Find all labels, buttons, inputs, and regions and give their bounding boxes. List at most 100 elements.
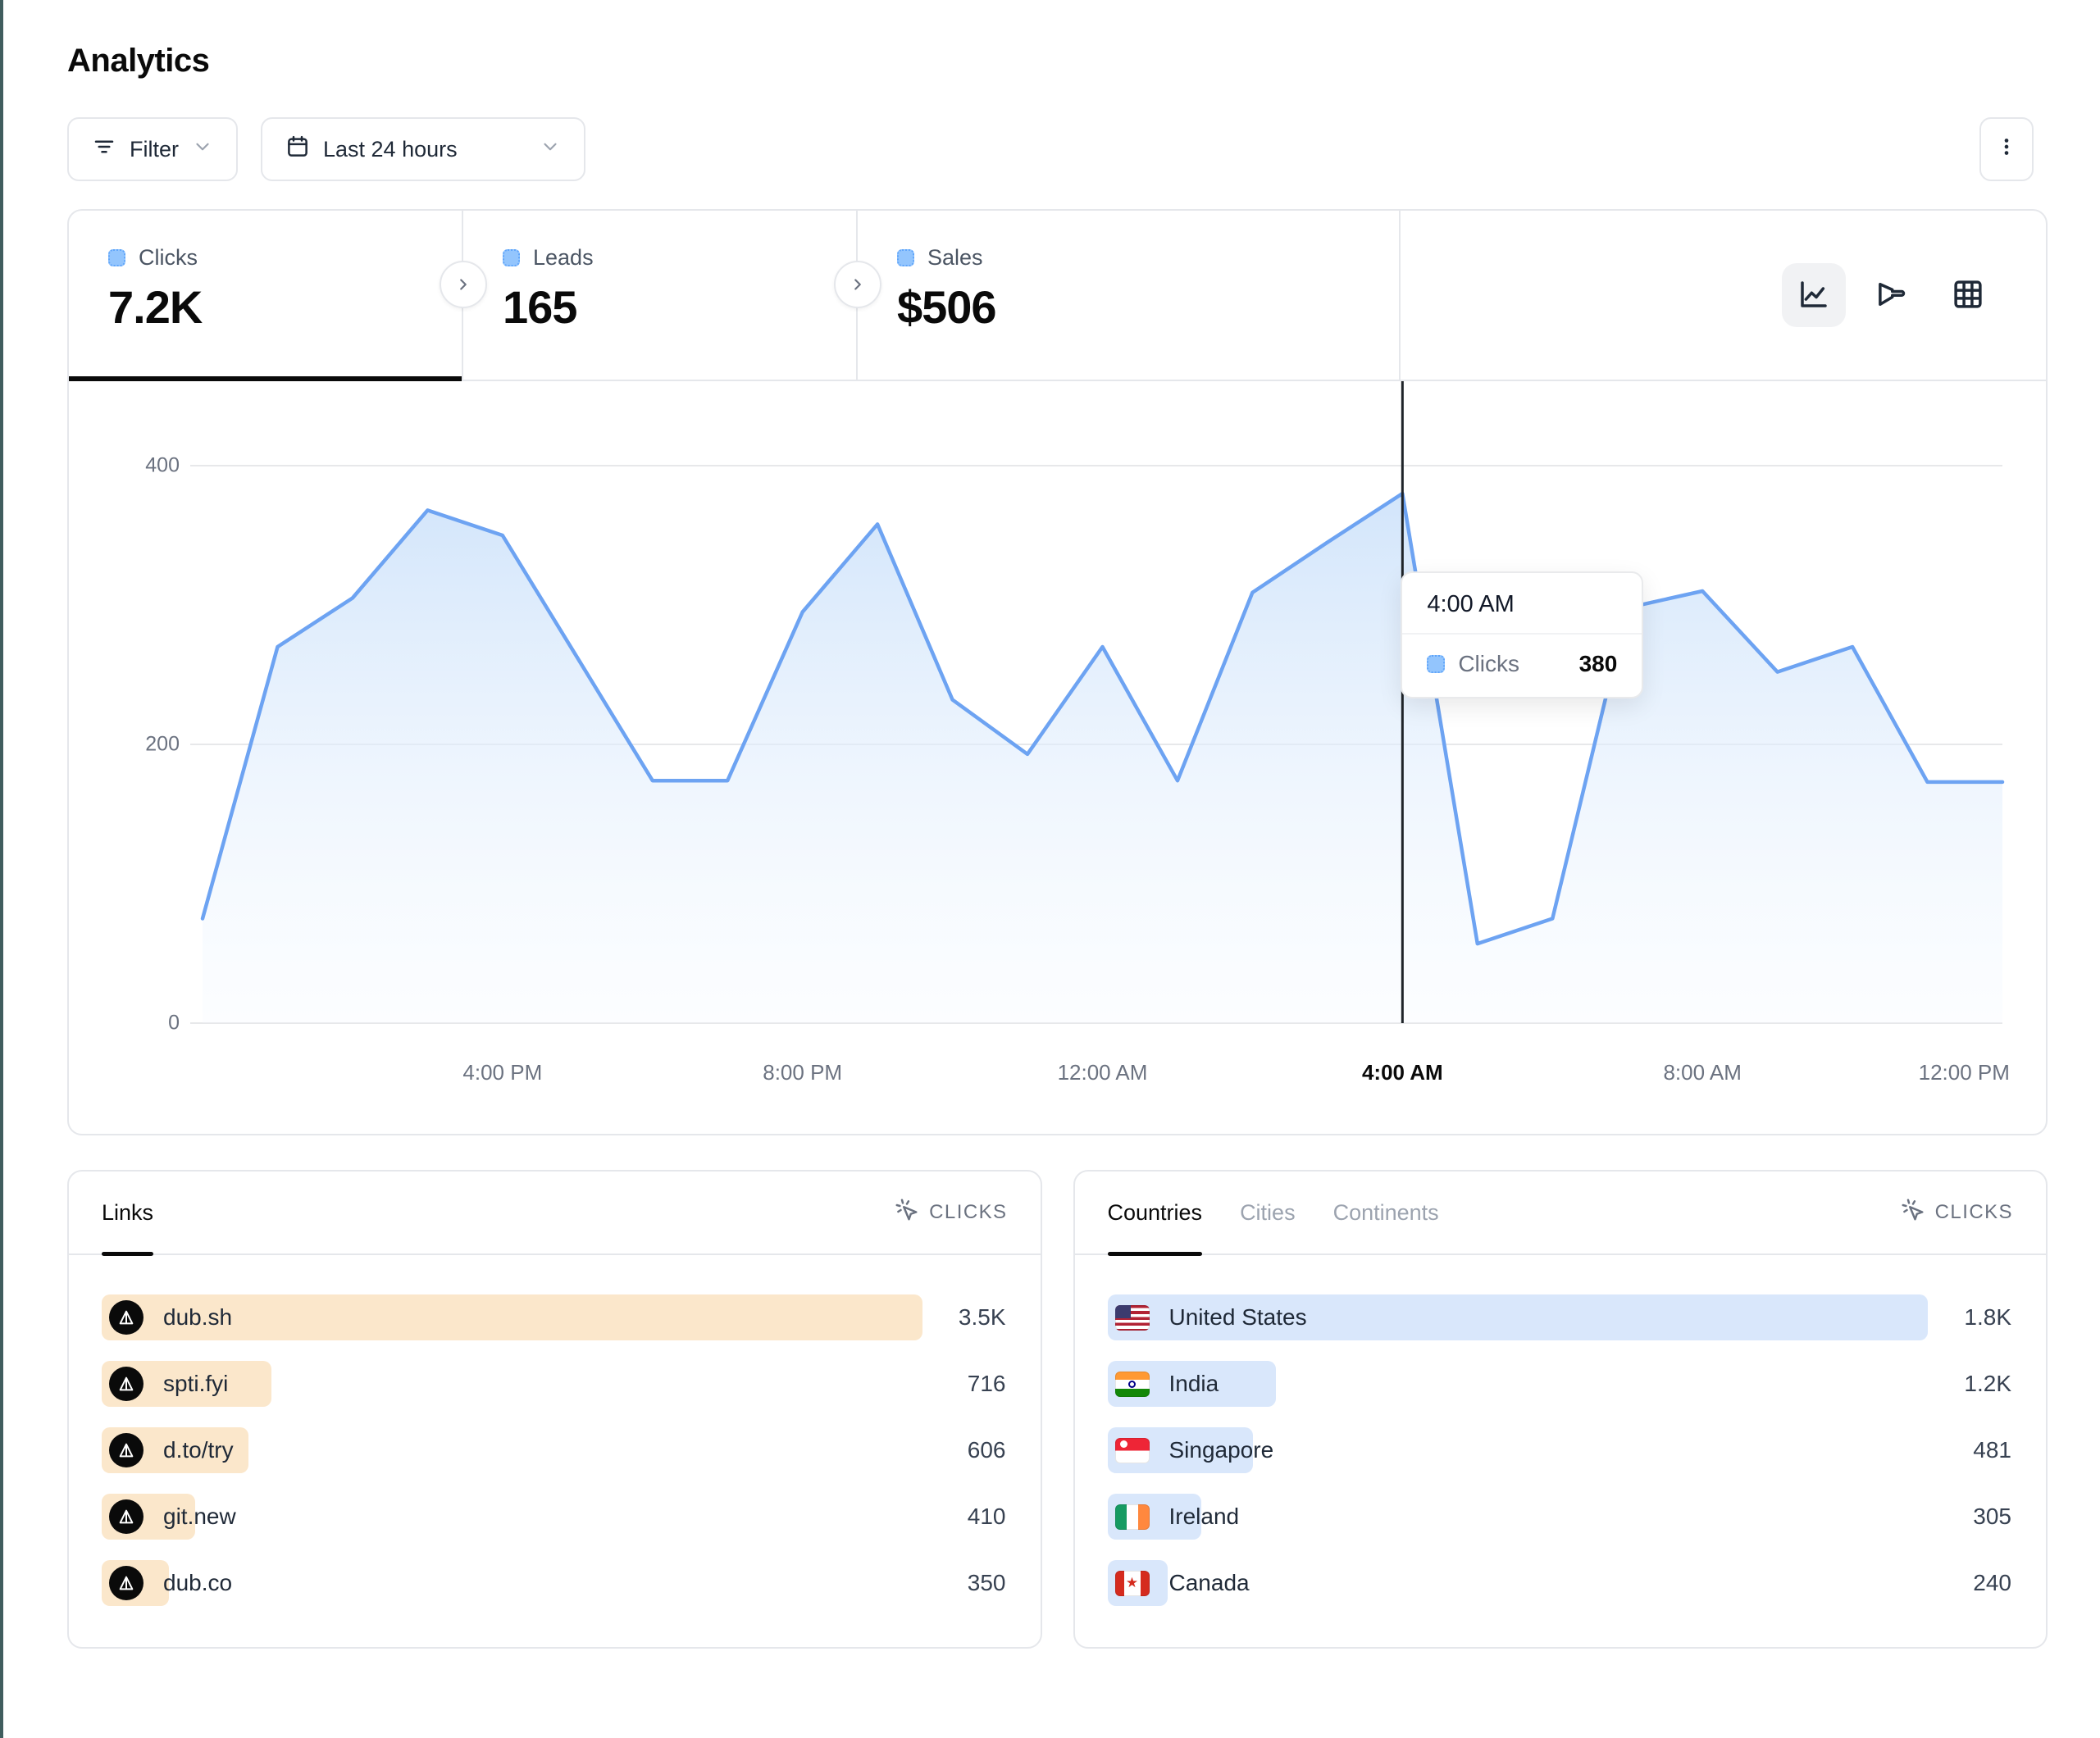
chart-tooltip: 4:00 AM Clicks 380	[1401, 571, 1643, 698]
x-axis-tick: 8:00 PM	[763, 1060, 842, 1085]
date-range-label: Last 24 hours	[323, 137, 458, 162]
tab-clicks-label: Clicks	[139, 245, 198, 271]
clicks-time-series-chart[interactable]: 0200400 4:00 PM8:00 PM12:00 AM4:00 AM8:0…	[69, 381, 2046, 1134]
filter-button-label: Filter	[130, 137, 179, 162]
row-label: Canada	[1169, 1570, 1250, 1596]
y-axis-tick: 400	[106, 454, 180, 478]
countries-panel: Countries Cities Continents CLICKS Unite…	[1073, 1170, 2048, 1649]
row-label: Ireland	[1169, 1504, 1240, 1530]
list-item[interactable]: d.to/try 606	[102, 1427, 1008, 1473]
tab-links-label: Links	[102, 1200, 153, 1226]
countries-metric-selector[interactable]: CLICKS	[1901, 1198, 2013, 1228]
list-item[interactable]: ★ Canada 240	[1108, 1560, 2014, 1606]
more-options-button[interactable]	[1979, 117, 2034, 181]
clicks-legend-square	[108, 249, 125, 266]
row-value: 481	[1973, 1437, 2013, 1463]
tab-sales-value: $506	[897, 280, 1399, 334]
list-item[interactable]: United States1.8K	[1108, 1294, 2014, 1340]
tooltip-legend-square	[1427, 655, 1445, 673]
chart-type-switcher	[1782, 211, 2046, 380]
chevron-down-icon	[192, 136, 213, 163]
chart-area-fill	[203, 494, 2002, 1023]
in-flag-icon	[1115, 1372, 1150, 1397]
links-metric-selector[interactable]: CLICKS	[895, 1198, 1007, 1228]
row-label: git.new	[163, 1504, 236, 1530]
ie-flag-icon	[1115, 1504, 1150, 1530]
filter-icon	[92, 134, 116, 165]
tab-cities[interactable]: Cities	[1240, 1171, 1296, 1254]
row-label: dub.sh	[163, 1304, 232, 1331]
x-axis-tick: 8:00 AM	[1663, 1060, 1741, 1085]
dub-logo-icon	[109, 1499, 143, 1534]
list-item[interactable]: dub.co 350	[102, 1560, 1008, 1606]
date-range-button[interactable]: Last 24 hours	[261, 117, 585, 181]
links-list: dub.sh 3.5K spti.fyi 716 d.to/try 606 git.new 4…	[69, 1255, 1041, 1606]
list-item[interactable]: dub.sh 3.5K	[102, 1294, 1008, 1340]
row-label: dub.co	[163, 1570, 232, 1596]
row-value: 350	[968, 1570, 1008, 1596]
row-value: 716	[968, 1371, 1008, 1397]
breakdown-panels: Links CLICKS dub.sh 3.5K spti.fyi 716 d.to/t…	[67, 1170, 2048, 1649]
row-label: d.to/try	[163, 1437, 234, 1463]
line-chart-view-button[interactable]	[1782, 263, 1846, 327]
filter-button[interactable]: Filter	[67, 117, 238, 181]
x-axis-tick: 4:00 AM	[1362, 1060, 1443, 1085]
row-value: 410	[968, 1504, 1008, 1530]
row-value: 240	[1973, 1570, 2013, 1596]
analytics-chart-card: Clicks 7.2K Leads 165 Sales $506	[67, 209, 2048, 1135]
tab-countries[interactable]: Countries	[1108, 1171, 1203, 1254]
links-metric-label: CLICKS	[929, 1201, 1007, 1224]
list-item[interactable]: Singapore 481	[1108, 1427, 2014, 1473]
tooltip-series-label: Clicks	[1458, 651, 1519, 677]
tab-leads-label: Leads	[533, 245, 594, 271]
sales-legend-square	[897, 249, 914, 266]
countries-panel-header: Countries Cities Continents CLICKS	[1075, 1172, 2047, 1255]
expand-leads-sales-button[interactable]	[834, 261, 881, 308]
tab-continents[interactable]: Continents	[1333, 1171, 1439, 1254]
row-value: 305	[1973, 1504, 2013, 1530]
funnel-view-button[interactable]	[1859, 263, 1923, 327]
toolbar: Filter Last 24 hours	[67, 117, 2048, 181]
tooltip-time: 4:00 AM	[1402, 573, 1642, 635]
tooltip-value: 380	[1579, 651, 1618, 677]
row-value: 1.2K	[1964, 1371, 2013, 1397]
row-value: 3.5K	[959, 1304, 1008, 1331]
countries-metric-label: CLICKS	[1935, 1201, 2013, 1224]
list-item[interactable]: Ireland 305	[1108, 1494, 2014, 1540]
calendar-icon	[285, 134, 310, 165]
y-axis-tick: 0	[106, 1012, 180, 1035]
tab-links[interactable]: Links	[102, 1171, 153, 1254]
ca-flag-icon: ★	[1115, 1571, 1150, 1596]
tab-leads-value: 165	[503, 280, 856, 334]
row-label: India	[1169, 1371, 1219, 1397]
row-value: 606	[968, 1437, 1008, 1463]
funnel-chart-icon	[1874, 277, 1908, 314]
row-label: United States	[1169, 1304, 1307, 1331]
countries-list: United States1.8K India 1.2K Singapore 481 Ir…	[1075, 1255, 2047, 1606]
tab-sales-label: Sales	[927, 245, 983, 271]
window-edge-strip	[0, 0, 3, 1738]
table-grid-icon	[1951, 277, 1985, 314]
row-label: Singapore	[1169, 1437, 1274, 1463]
dub-logo-icon	[109, 1367, 143, 1401]
dub-logo-icon	[109, 1433, 143, 1467]
sg-flag-icon	[1115, 1438, 1150, 1463]
tab-leads[interactable]: Leads 165	[463, 211, 858, 380]
dub-logo-icon	[109, 1300, 143, 1335]
table-view-button[interactable]	[1936, 263, 2000, 327]
links-panel-header: Links CLICKS	[69, 1172, 1041, 1255]
tab-clicks[interactable]: Clicks 7.2K	[69, 211, 463, 380]
row-label: spti.fyi	[163, 1371, 228, 1397]
list-item[interactable]: spti.fyi 716	[102, 1361, 1008, 1407]
cursor-click-icon	[895, 1198, 919, 1228]
tab-sales[interactable]: Sales $506	[858, 211, 1401, 380]
leads-legend-square	[503, 249, 520, 266]
line-chart-icon	[1797, 277, 1831, 314]
chevron-down-icon	[540, 136, 561, 163]
x-axis-tick: 12:00 AM	[1058, 1060, 1148, 1085]
list-item[interactable]: India 1.2K	[1108, 1361, 2014, 1407]
tab-clicks-value: 7.2K	[108, 280, 462, 334]
list-item[interactable]: git.new 410	[102, 1494, 1008, 1540]
x-axis-tick: 4:00 PM	[462, 1060, 542, 1085]
expand-clicks-leads-button[interactable]	[440, 261, 487, 308]
